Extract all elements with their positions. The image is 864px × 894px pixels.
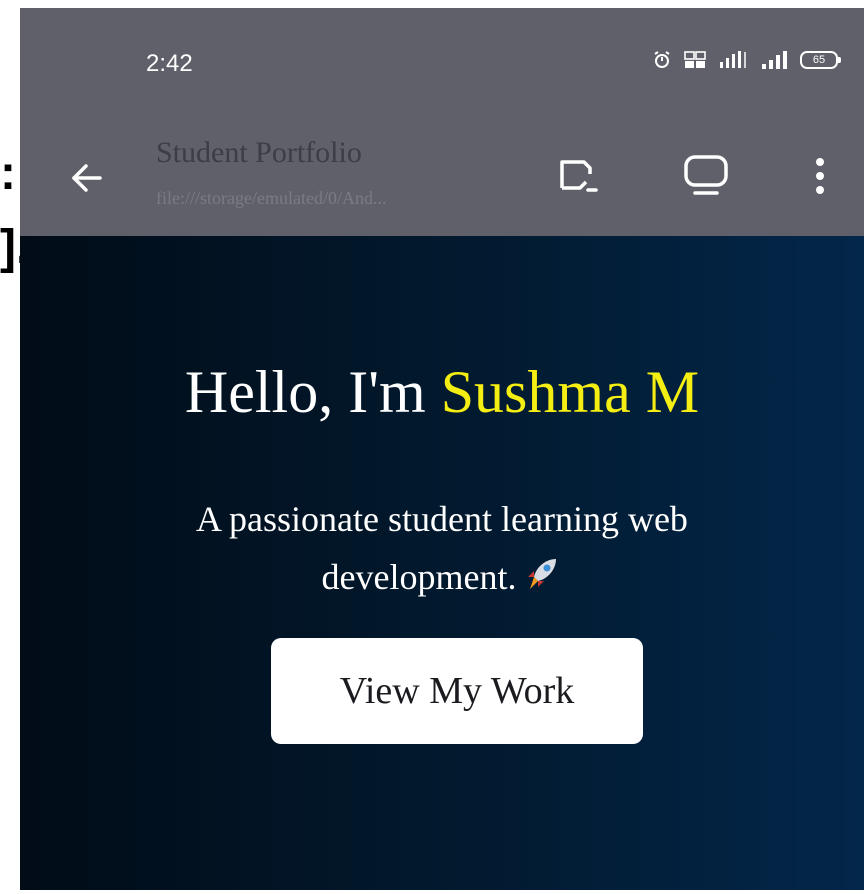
cell-signal-icon [760, 50, 788, 70]
status-bar: 2:42 65 [20, 8, 864, 118]
rocket-icon [522, 552, 562, 610]
desktop-mode-button[interactable] [678, 148, 734, 204]
status-time: 2:42 [146, 50, 193, 77]
hero-tagline-text: A passionate student learning web develo… [196, 499, 688, 597]
page-url: file:///storage/emulated/0/And... [156, 188, 387, 208]
alarm-icon [652, 50, 672, 70]
battery-icon: 65 [800, 51, 841, 69]
desktop-icon [684, 155, 728, 195]
cast-button[interactable] [550, 148, 606, 204]
hero-heading: Hello, I'm Sushma M [20, 358, 864, 427]
hero-tagline: A passionate student learning web develo… [130, 490, 754, 610]
hero-greeting: Hello, I'm [184, 359, 441, 425]
data-4g-signal-icon [718, 50, 748, 70]
background-text-fragment: : [0, 147, 16, 200]
volte-icon [684, 50, 706, 70]
phone-screen: 2:42 65 Student Portfolio file:///storag… [20, 8, 864, 890]
back-button[interactable] [60, 152, 112, 204]
hero-section: Hello, I'm Sushma M A passionate student… [20, 236, 864, 890]
hero-name: Sushma M [440, 359, 700, 425]
cast-icon [560, 160, 598, 192]
page-title: Student Portfolio [156, 136, 362, 169]
status-icons: 65 [652, 50, 841, 70]
back-arrow-icon [72, 164, 102, 192]
view-my-work-button[interactable]: View My Work [271, 638, 643, 744]
app-toolbar: Student Portfolio file:///storage/emulat… [20, 118, 864, 236]
more-vert-icon [816, 158, 824, 194]
more-options-button[interactable] [792, 148, 848, 204]
